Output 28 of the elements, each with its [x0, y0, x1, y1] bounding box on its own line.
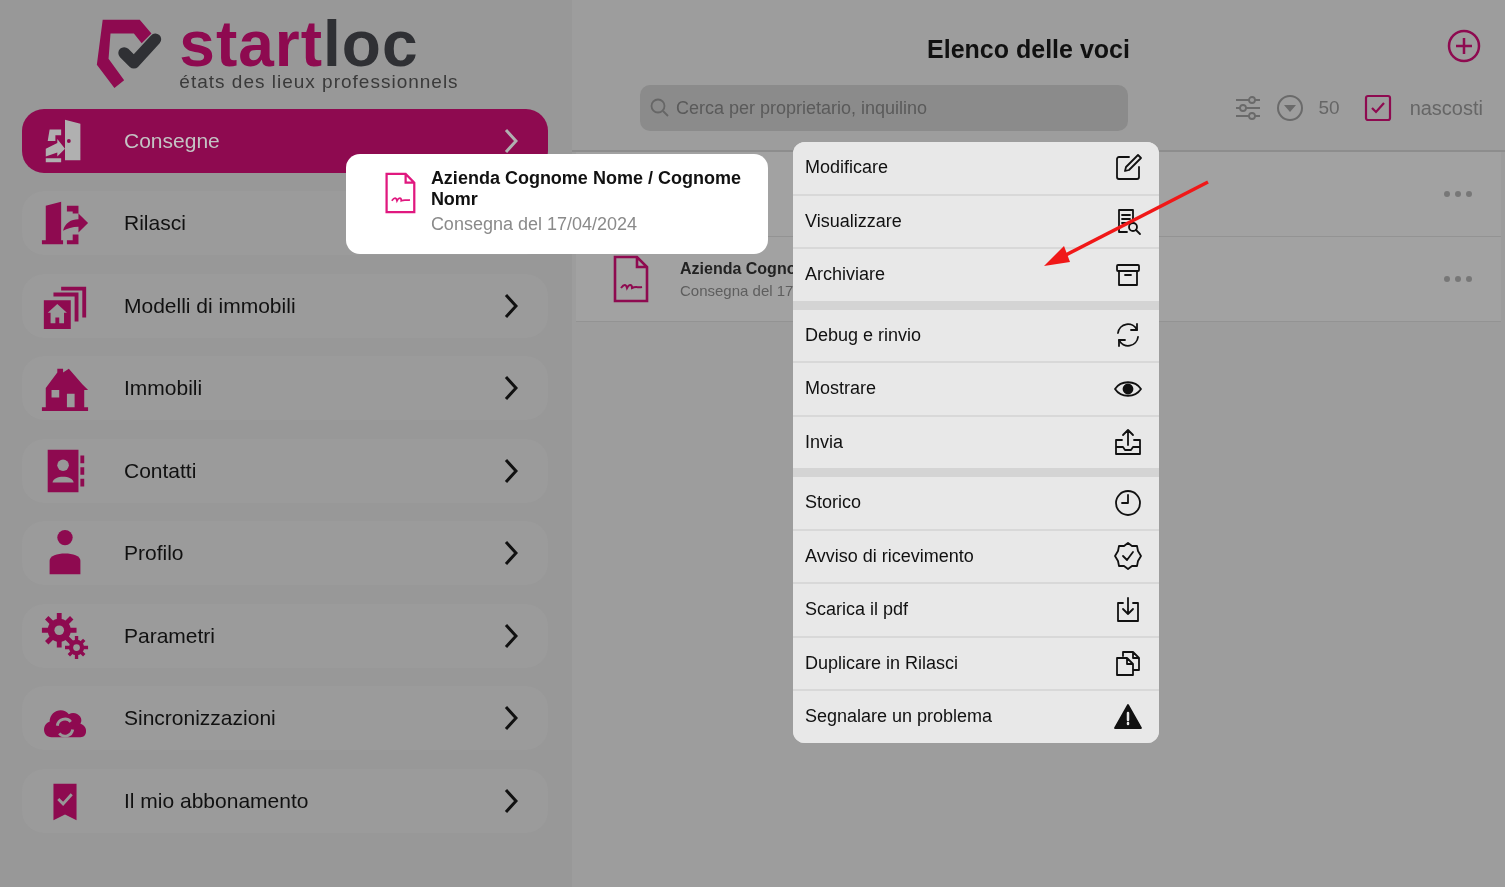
more-icon[interactable] [1443, 275, 1473, 283]
menu-item[interactable]: Avviso di ricevimento [793, 530, 1159, 582]
edit-icon [1113, 152, 1143, 183]
warning-icon [1113, 701, 1143, 732]
menu-item[interactable]: Visualizzare [793, 195, 1159, 247]
page-title: Elenco delle voci [927, 34, 1130, 64]
copy-icon [1113, 648, 1143, 679]
menu-item[interactable]: Duplicare in Rilasci [793, 637, 1159, 689]
menu-item[interactable]: Scarica il pdf [793, 584, 1159, 636]
badge-check-icon [1113, 541, 1143, 572]
menu-item[interactable]: Storico [793, 477, 1159, 529]
row-subtitle: Consegna del 17 [680, 281, 795, 299]
menu-item[interactable]: Segnalare un problema [793, 691, 1159, 743]
menu-item[interactable]: Modificare [793, 142, 1159, 194]
menu-item[interactable]: Debug e rinvio [793, 309, 1159, 361]
dropdown-icon[interactable] [1276, 94, 1305, 122]
menu-item[interactable]: Archiviare [793, 249, 1159, 301]
menu-item[interactable]: Invia [793, 416, 1159, 468]
add-icon[interactable] [1447, 29, 1481, 63]
more-icon[interactable] [1443, 190, 1473, 198]
signed-document-icon [612, 254, 650, 304]
filter-sliders-icon[interactable] [1234, 95, 1263, 121]
checkbox[interactable] [1363, 94, 1392, 122]
clock-icon [1113, 487, 1143, 518]
menu-item[interactable]: Mostrare [793, 363, 1159, 415]
brand-tagline: états des lieux professionnels [179, 72, 459, 92]
upload-tray-icon [1113, 427, 1143, 458]
brand-name: startloc [179, 14, 419, 74]
